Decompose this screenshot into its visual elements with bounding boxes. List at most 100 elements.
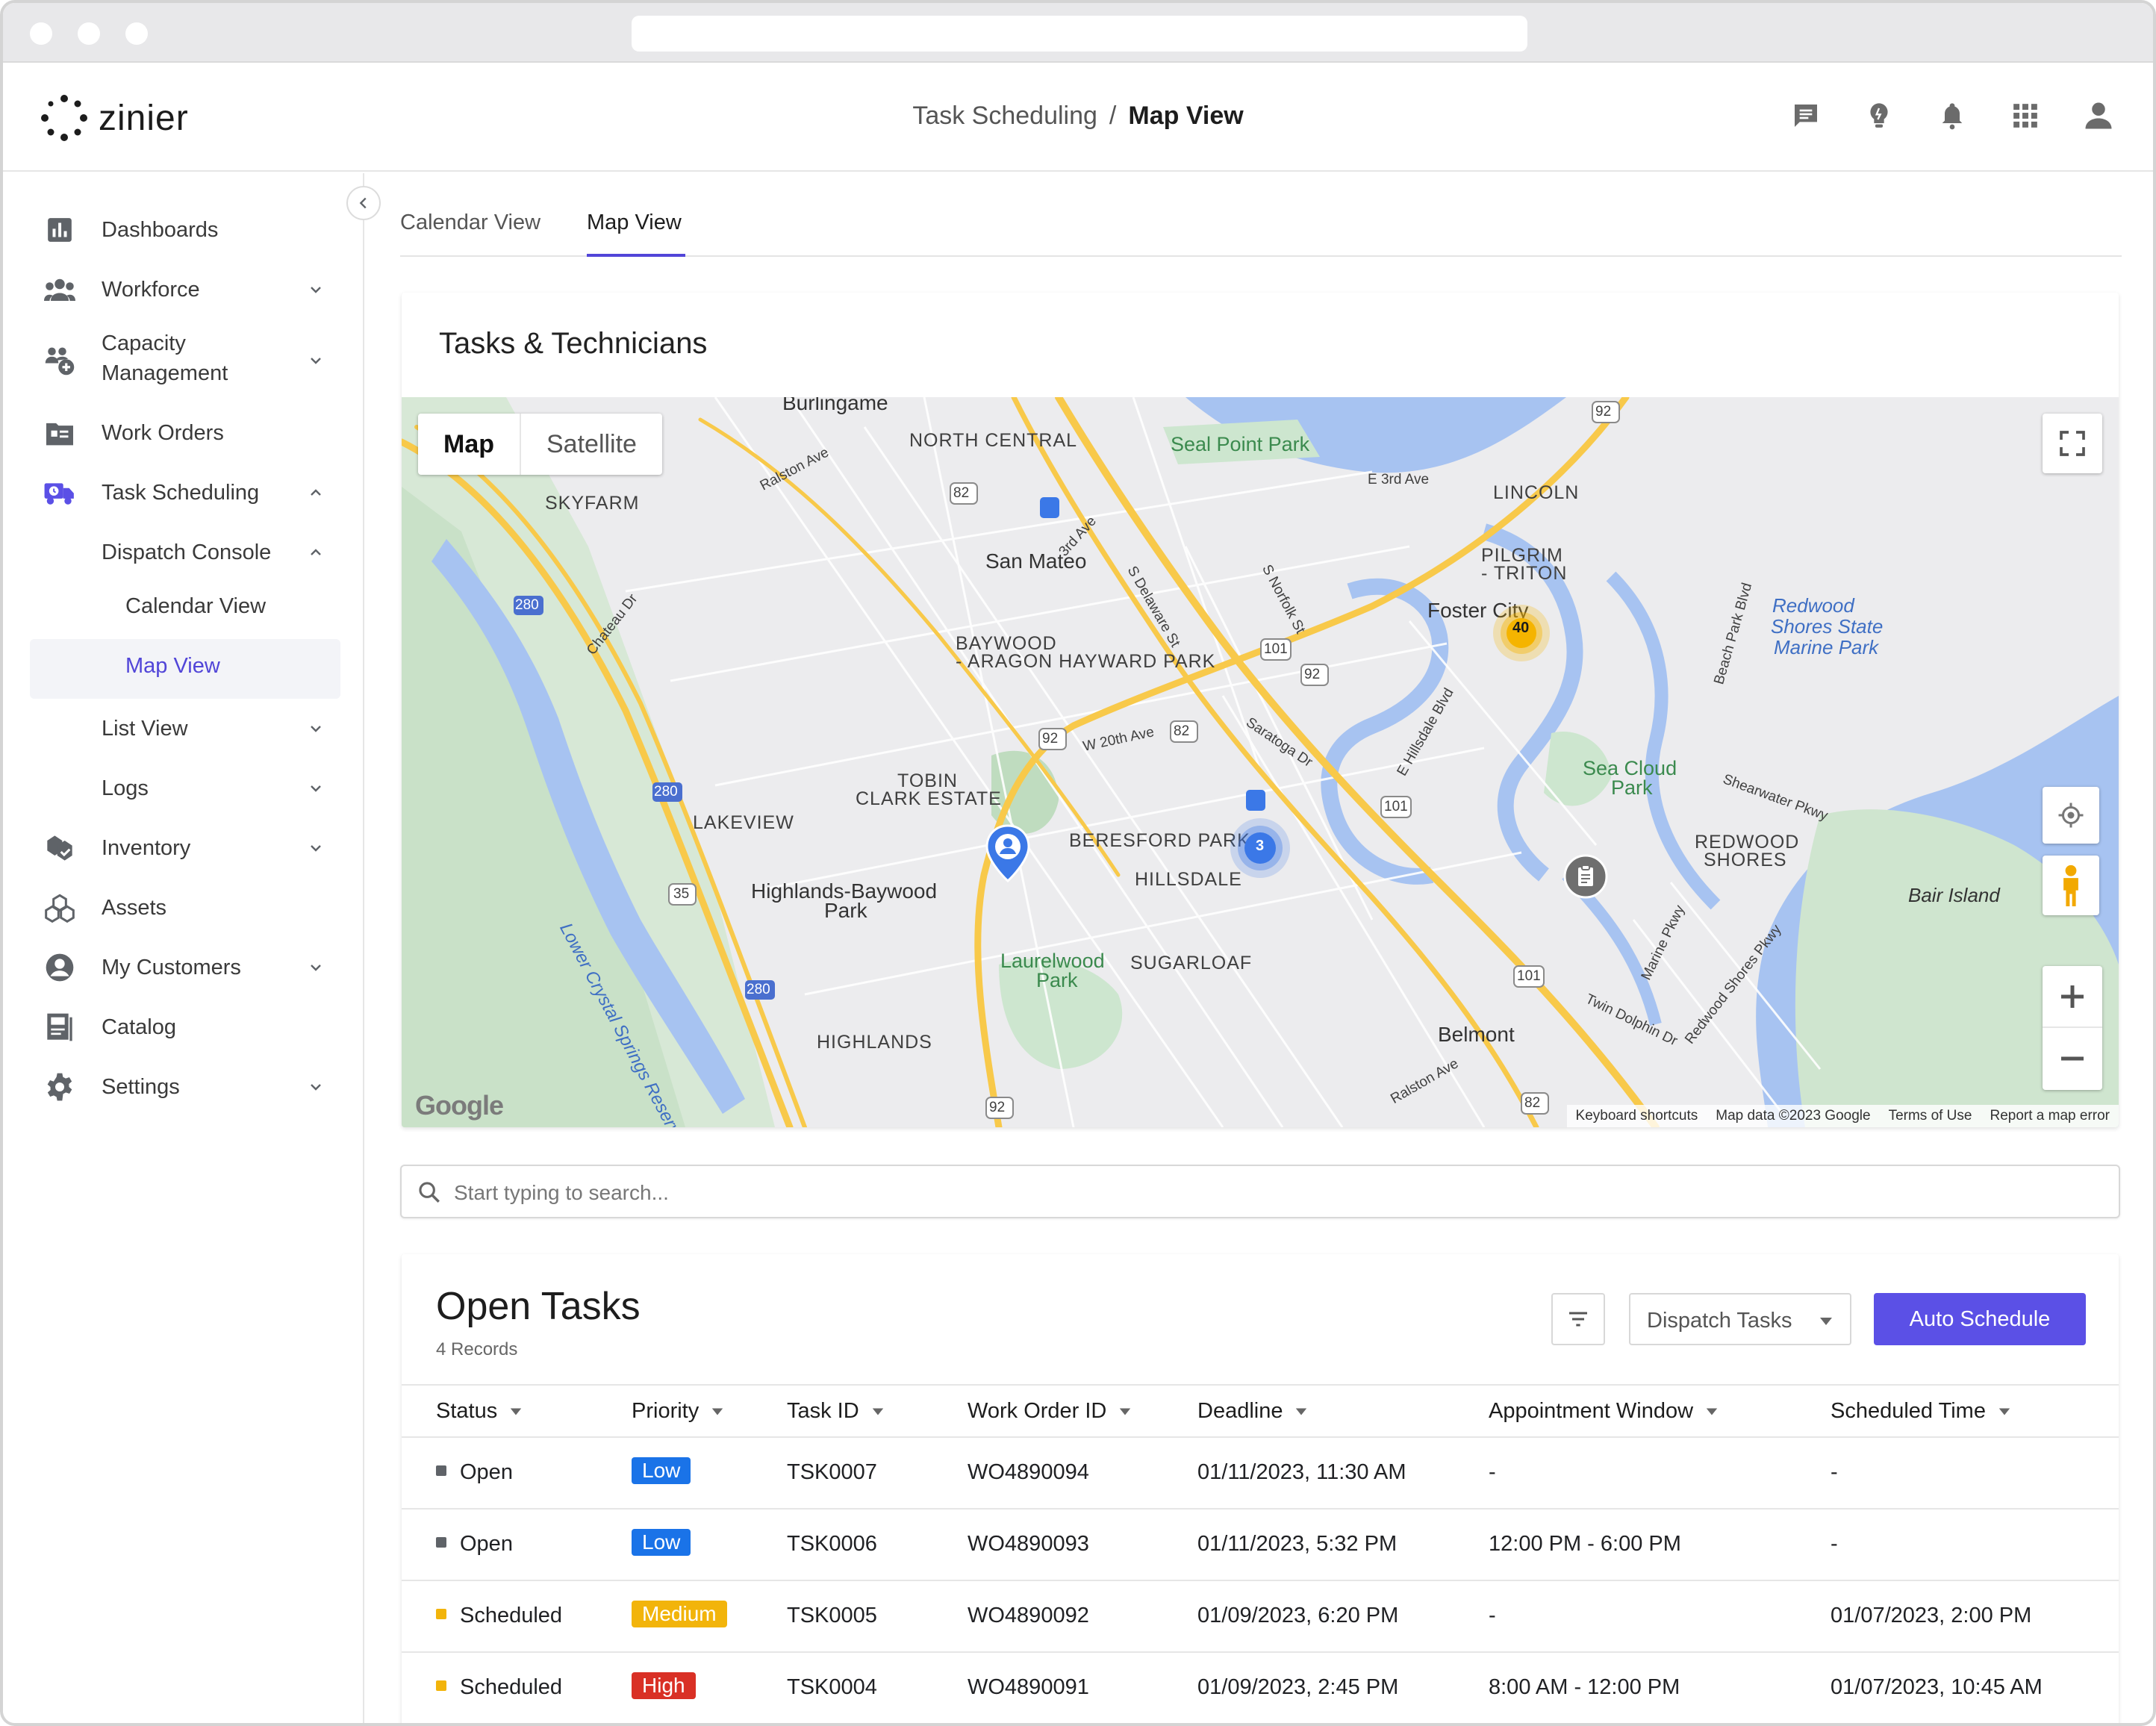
column-priority[interactable]: Priority bbox=[632, 1399, 724, 1424]
sort-caret-icon bbox=[1296, 1408, 1307, 1415]
appointment-window-cell: - bbox=[1489, 1604, 1496, 1627]
map-label-north-central: NORTH CENTRAL bbox=[909, 430, 1078, 451]
sidebar-item-calendar-view[interactable]: Calendar View bbox=[125, 594, 266, 619]
zoom-in-button[interactable] bbox=[2043, 967, 2102, 1028]
zoom-out-button[interactable] bbox=[2043, 1028, 2102, 1089]
table-row[interactable]: Open Low TSK0007 WO4890094 01/11/2023, 1… bbox=[402, 1438, 2119, 1510]
route-shield-82: 82 bbox=[1524, 1095, 1541, 1111]
chevron-down-icon[interactable] bbox=[305, 956, 327, 979]
status-text: Open bbox=[460, 1460, 513, 1484]
route-shield-35: 35 bbox=[673, 886, 690, 902]
sidebar-item-label: Dashboards bbox=[102, 218, 219, 242]
map-type-toggle: Map Satellite bbox=[418, 414, 662, 475]
chevron-down-icon[interactable] bbox=[305, 278, 327, 301]
crosshair-icon bbox=[2058, 803, 2084, 828]
dispatch-tasks-select[interactable]: Dispatch Tasks bbox=[1629, 1293, 1851, 1345]
sidebar-item-task-scheduling[interactable]: Task Scheduling bbox=[3, 470, 364, 515]
breadcrumb-parent[interactable]: Task Scheduling bbox=[912, 102, 1097, 130]
chevron-up-icon[interactable] bbox=[305, 482, 327, 504]
map-type-satellite-button[interactable]: Satellite bbox=[521, 414, 662, 475]
sidebar-item-workforce[interactable]: Workforce bbox=[3, 267, 364, 312]
chevron-down-icon[interactable] bbox=[305, 777, 327, 800]
sidebar-item-settings[interactable]: Settings bbox=[3, 1065, 364, 1109]
sidebar-item-label: My Customers bbox=[102, 956, 241, 979]
lightbulb-icon[interactable] bbox=[1862, 99, 1896, 133]
column-label: Status bbox=[436, 1399, 498, 1423]
sidebar-item-catalog[interactable]: Catalog bbox=[3, 1005, 364, 1050]
column-status[interactable]: Status bbox=[436, 1399, 523, 1424]
pegman-icon bbox=[2063, 864, 2078, 906]
fullscreen-button[interactable] bbox=[2043, 414, 2102, 473]
sidebar-item-list-view[interactable]: List View bbox=[3, 706, 364, 751]
deadline-cell: 01/09/2023, 6:20 PM bbox=[1197, 1604, 1399, 1627]
appointment-window-cell: - bbox=[1489, 1460, 1496, 1484]
sidebar-item-dispatch-console[interactable]: Dispatch Console bbox=[3, 530, 364, 575]
sidebar-item-assets[interactable]: Assets bbox=[3, 885, 364, 930]
column-appointment-window[interactable]: Appointment Window bbox=[1489, 1399, 1719, 1424]
fullscreen-icon bbox=[2060, 431, 2085, 456]
column-work-order-id[interactable]: Work Order ID bbox=[968, 1399, 1132, 1424]
sidebar-item-capacity-management[interactable]: Capacity Management bbox=[3, 328, 364, 393]
sidebar-item-label: Capacity bbox=[102, 331, 186, 355]
route-shield-92: 92 bbox=[1042, 731, 1059, 747]
sidebar-item-my-customers[interactable]: My Customers bbox=[3, 945, 364, 990]
sidebar-item-map-view[interactable]: Map View bbox=[125, 654, 220, 679]
route-shield-101: 101 bbox=[1384, 799, 1408, 814]
street-view-pegman[interactable] bbox=[2043, 856, 2099, 915]
route-shield-280: 280 bbox=[654, 784, 678, 800]
tab-map-view[interactable]: Map View bbox=[587, 211, 682, 235]
column-task-id[interactable]: Task ID bbox=[787, 1399, 885, 1424]
table-row[interactable]: Scheduled High TSK0004 WO4890091 01/09/2… bbox=[402, 1653, 2119, 1723]
column-deadline[interactable]: Deadline bbox=[1197, 1399, 1308, 1424]
priority-badge: Low bbox=[632, 1529, 691, 1556]
sort-caret-icon bbox=[872, 1408, 883, 1415]
sidebar-item-dashboards[interactable]: Dashboards bbox=[3, 208, 364, 252]
task-search-input[interactable]: Start typing to search... bbox=[400, 1165, 2120, 1218]
status-dot-icon bbox=[436, 1465, 446, 1477]
filter-button[interactable] bbox=[1551, 1293, 1605, 1345]
sidebar-item-work-orders[interactable]: Work Orders bbox=[3, 411, 364, 455]
report-map-error-link[interactable]: Report a map error bbox=[1981, 1105, 2119, 1127]
scheduled-time-cell: - bbox=[1831, 1532, 1838, 1556]
chevron-down-icon[interactable] bbox=[305, 1076, 327, 1098]
task-clipboard-marker-icon[interactable] bbox=[1563, 854, 1608, 899]
minus-icon bbox=[2061, 1056, 2084, 1061]
chevron-down-icon[interactable] bbox=[305, 837, 327, 859]
map-label-shores: SHORES bbox=[1704, 850, 1787, 870]
terms-of-use-link[interactable]: Terms of Use bbox=[1880, 1105, 1981, 1127]
table-row[interactable]: Scheduled Medium TSK0005 WO4890092 01/09… bbox=[402, 1581, 2119, 1653]
window-maximize-dot[interactable] bbox=[125, 22, 148, 45]
map-view[interactable]: 92 82 280 101 92 92 82 101 280 35 280 10… bbox=[402, 397, 2119, 1127]
window-close-dot[interactable] bbox=[30, 22, 52, 45]
map-type-map-button[interactable]: Map bbox=[418, 414, 521, 475]
chevron-up-icon[interactable] bbox=[305, 541, 327, 564]
chevron-down-icon[interactable] bbox=[305, 717, 327, 740]
view-tabs: Calendar View Map View bbox=[400, 205, 2122, 257]
filter-icon bbox=[1569, 1312, 1587, 1327]
work-order-id-cell: WO4890094 bbox=[968, 1460, 1089, 1484]
window-minimize-dot[interactable] bbox=[78, 22, 100, 45]
my-location-button[interactable] bbox=[2043, 787, 2099, 844]
map-label-clark-estate: CLARK ESTATE bbox=[856, 788, 1002, 809]
sidebar-item-logs[interactable]: Logs bbox=[3, 766, 364, 811]
address-bar[interactable] bbox=[632, 16, 1527, 52]
status-cell: Open bbox=[436, 1460, 513, 1485]
chat-icon[interactable] bbox=[1789, 99, 1823, 133]
apps-grid-icon[interactable] bbox=[2008, 99, 2043, 133]
keyboard-shortcuts-link[interactable]: Keyboard shortcuts bbox=[1567, 1105, 1707, 1127]
tab-calendar-view[interactable]: Calendar View bbox=[400, 211, 540, 235]
chevron-down-icon[interactable] bbox=[305, 349, 327, 372]
sidebar-item-inventory[interactable]: Inventory bbox=[3, 826, 364, 870]
column-scheduled-time[interactable]: Scheduled Time bbox=[1831, 1399, 2011, 1424]
appointment-window-cell: 8:00 AM - 12:00 PM bbox=[1489, 1675, 1680, 1699]
task-id-cell: TSK0007 bbox=[787, 1460, 877, 1484]
user-icon[interactable] bbox=[2081, 99, 2116, 133]
sidebar-collapse-button[interactable] bbox=[346, 186, 381, 220]
table-row[interactable]: Open Low TSK0006 WO4890093 01/11/2023, 5… bbox=[402, 1510, 2119, 1581]
auto-schedule-button[interactable]: Auto Schedule bbox=[1874, 1293, 2086, 1345]
chevron-left-icon bbox=[359, 197, 367, 209]
bell-icon[interactable] bbox=[1935, 99, 1969, 133]
truck-icon bbox=[43, 476, 76, 509]
technician-marker-icon[interactable] bbox=[984, 824, 1032, 884]
column-label: Scheduled Time bbox=[1831, 1399, 1986, 1423]
